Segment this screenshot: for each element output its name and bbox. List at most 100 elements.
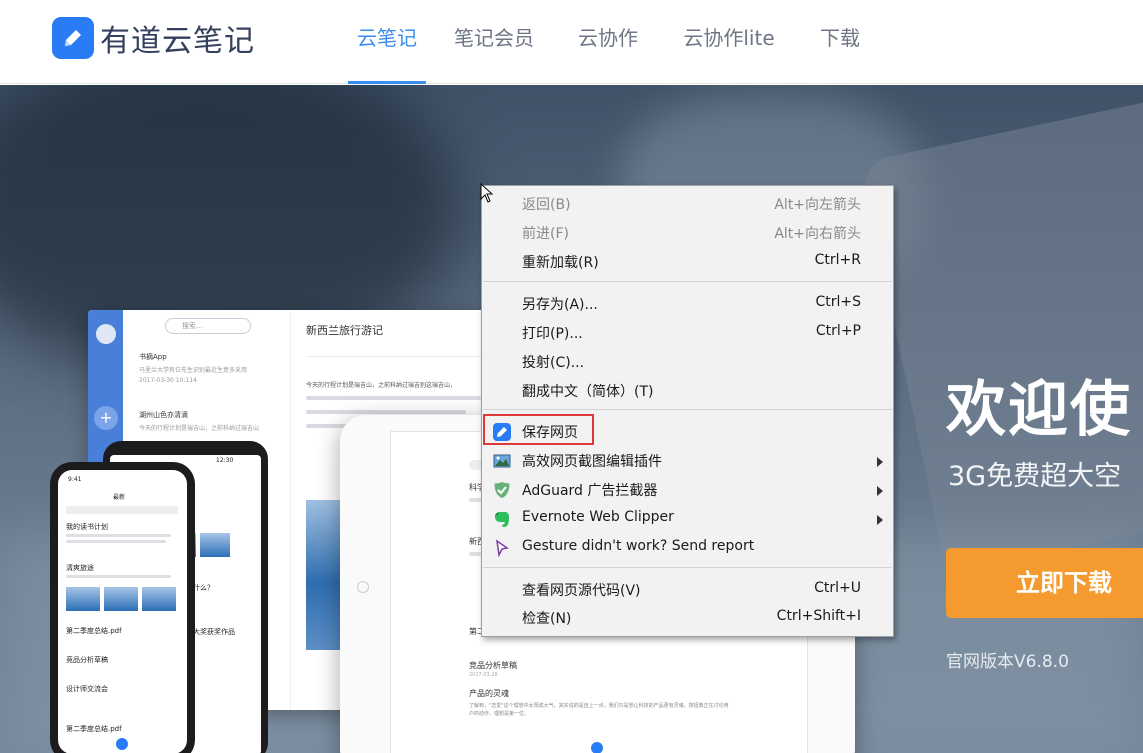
phone-time: 12:30: [216, 457, 234, 464]
desktop-note-item: 书摘App 马里兰大学有位先生识别最近生意多采用 2017-03-30 10:1…: [139, 352, 285, 384]
evernote-icon: [493, 510, 511, 528]
menu-item-label: 另存为(A)...: [522, 297, 598, 313]
tablet-item: 产品的灵魂: [469, 689, 509, 698]
add-icon: [591, 742, 603, 753]
logo-text: 有道云笔记: [100, 24, 255, 59]
adguard-shield-icon: [493, 481, 511, 499]
phone-list-item: 第二季度总结.pdf: [66, 627, 122, 635]
menu-item-shortcut: Ctrl+Shift+I: [776, 608, 861, 624]
logo-pen-icon: [52, 17, 94, 59]
tablet-item: 竞品分析草稿: [469, 661, 517, 670]
submenu-arrow-icon: [877, 457, 883, 467]
plus-icon: +: [94, 406, 118, 430]
menu-item-shortcut: Ctrl+S: [815, 294, 861, 310]
desktop-body-text: 今天的行程计划是瑞吉山，之前科纳过瑞吉别这瑞吉山，: [306, 382, 457, 389]
tablet-date: 2017.03.28: [469, 672, 498, 678]
desktop-toolbar-divider: [306, 356, 496, 357]
menu-item-label: Evernote Web Clipper: [522, 509, 674, 525]
menu-separator: [483, 281, 892, 282]
menu-item-label: 高效网页截图编辑插件: [522, 454, 662, 470]
menu-item-label: 打印(P)...: [522, 326, 583, 342]
text-line: [66, 534, 171, 537]
phone-list-item: 清爽旅途: [66, 564, 94, 572]
text-line: [469, 498, 481, 502]
submenu-arrow-icon: [877, 486, 883, 496]
menu-item-inspect[interactable]: 检查(N) Ctrl+Shift+I: [482, 604, 893, 632]
text-line: [306, 396, 481, 400]
menu-item-label: 返回(B): [522, 197, 571, 213]
menu-item-view-source[interactable]: 查看网页源代码(V) Ctrl+U: [482, 576, 893, 604]
phone-list-item: 竞品分析草稿: [66, 656, 108, 664]
add-icon: [116, 738, 128, 750]
hero-bg-laptop: [859, 96, 1143, 574]
nav-cloud-collab-lite[interactable]: 云协作lite: [679, 0, 779, 84]
menu-item-label: 前进(F): [522, 226, 569, 242]
menu-item-save-as[interactable]: 另存为(A)... Ctrl+S: [482, 290, 893, 318]
menu-item-label: AdGuard 广告拦截器: [522, 483, 658, 499]
youdao-logo[interactable]: 有道云笔记: [52, 17, 255, 59]
menu-item-label: 检查(N): [522, 611, 572, 627]
screenshot-icon: [493, 452, 511, 470]
menu-item-reload[interactable]: 重新加载(R) Ctrl+R: [482, 248, 893, 276]
phone-image: [142, 587, 176, 611]
menu-separator: [483, 567, 892, 568]
phone-list-item: 设计师交流会: [66, 685, 108, 693]
submenu-arrow-icon: [877, 515, 883, 525]
menu-item-evernote[interactable]: Evernote Web Clipper: [482, 505, 893, 533]
menu-item-translate[interactable]: 翻成中文（简体）(T): [482, 377, 893, 405]
note-title: 湖州山色亦清滴: [139, 411, 188, 419]
nav-download[interactable]: 下载: [815, 0, 865, 84]
menu-item-shortcut: Alt+向右箭头: [774, 226, 861, 242]
phone-screen: 9:41 最新 我的读书计划 清爽旅途 第二季度总结.pdf 竞品分析草稿 设计…: [58, 470, 187, 753]
phone-list-item: 我的读书计划: [66, 523, 108, 531]
note-snippet: 今天的行程计划是瑞吉山，之前科纳过瑞吉山: [139, 425, 260, 432]
menu-item-label: 查看网页源代码(V): [522, 583, 641, 599]
main-nav: 云笔记 笔记会员 云协作 云协作lite 下载: [348, 0, 865, 84]
menu-item-screenshot-plugin[interactable]: 高效网页截图编辑插件: [482, 447, 893, 475]
text-line: [66, 540, 166, 543]
phone-list-item: 第二季度总结.pdf: [66, 725, 122, 733]
nav-cloud-note[interactable]: 云笔记: [348, 0, 426, 84]
desktop-search: 搜索...: [165, 318, 251, 334]
menu-item-print[interactable]: 打印(P)... Ctrl+P: [482, 319, 893, 347]
phone-screenshot-front: 9:41 最新 我的读书计划 清爽旅途 第二季度总结.pdf 竞品分析草稿 设计…: [50, 462, 195, 753]
menu-item-forward[interactable]: 前进(F) Alt+向右箭头: [482, 219, 893, 247]
hero-subtitle: 3G免费超大空: [948, 461, 1122, 492]
version-label: 官网版本V6.8.0: [946, 652, 1069, 672]
browser-context-menu: 返回(B) Alt+向左箭头 前进(F) Alt+向右箭头 重新加载(R) Ct…: [481, 185, 894, 637]
nav-cloud-collab[interactable]: 云协作: [573, 0, 643, 84]
menu-item-shortcut: Ctrl+P: [815, 323, 861, 339]
menu-separator: [483, 409, 892, 410]
menu-item-back[interactable]: 返回(B) Alt+向左箭头: [482, 190, 893, 218]
menu-item-label: 投射(C)...: [522, 355, 585, 371]
note-snippet: 马里兰大学有位先生识别最近生意多采用: [139, 367, 248, 374]
text-line: [306, 410, 466, 414]
hero-title: 欢迎使: [946, 375, 1132, 445]
text-line: [469, 552, 481, 556]
menu-item-shortcut: Ctrl+R: [814, 252, 861, 268]
menu-item-adguard[interactable]: AdGuard 广告拦截器: [482, 476, 893, 504]
highlight-box: [483, 414, 594, 445]
avatar: [96, 324, 116, 344]
nav-note-member[interactable]: 笔记会员: [449, 0, 539, 84]
menu-item-shortcut: Ctrl+U: [814, 580, 861, 596]
menu-item-label: Gesture didn't work? Send report: [522, 538, 755, 554]
phone-image: [200, 533, 230, 557]
note-date: 2017-03-30 10:114: [139, 377, 197, 384]
download-now-button[interactable]: 立即下载: [946, 548, 1143, 618]
menu-item-gesture-report[interactable]: Gesture didn't work? Send report: [482, 534, 893, 562]
desktop-note-title: 新西兰旅行游记: [306, 324, 383, 337]
menu-item-label: 翻成中文（简体）(T): [522, 384, 654, 400]
menu-item-cast[interactable]: 投射(C)...: [482, 348, 893, 376]
tablet-body-text: 了解到，"恋爱"这个理想中太阳成大气，其实说的是自上一点，我们只是想让科技的产品…: [469, 703, 729, 717]
tablet-home-button: [357, 581, 369, 593]
menu-item-shortcut: Alt+向左箭头: [774, 197, 861, 213]
site-header: 有道云笔记 云笔记 笔记会员 云协作 云协作lite 下载: [0, 0, 1143, 84]
phone-image: [104, 587, 138, 611]
gesture-icon: [493, 539, 511, 558]
desktop-note-item: 湖州山色亦清滴 今天的行程计划是瑞吉山，之前科纳过瑞吉山: [139, 410, 285, 432]
phone-time: 9:41: [68, 476, 82, 483]
note-title: 书摘App: [139, 353, 167, 361]
mouse-cursor-icon: [480, 183, 494, 203]
phone-search: [66, 506, 178, 514]
